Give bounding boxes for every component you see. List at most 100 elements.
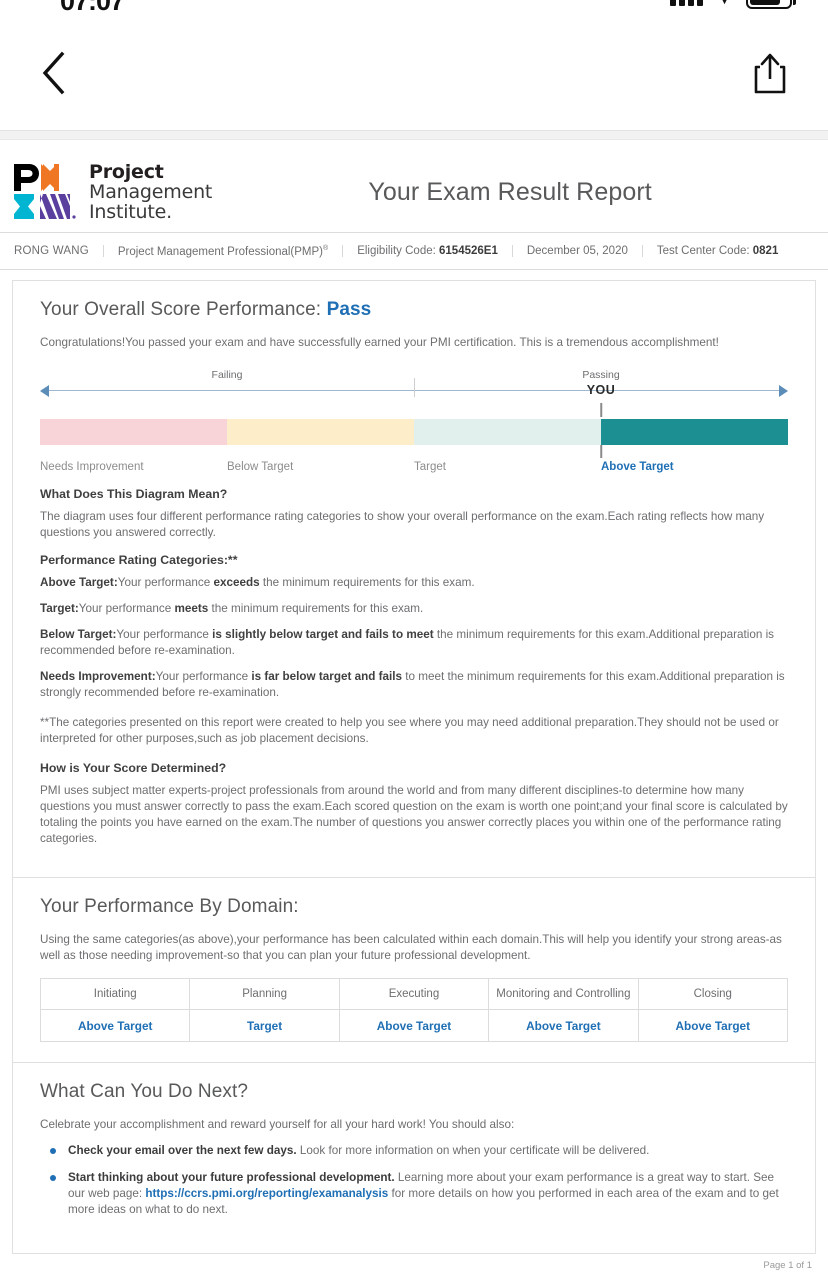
status-time: 07:07	[60, 0, 125, 16]
category-target-pre: Your performance	[78, 602, 175, 615]
scale-failing-label: Failing	[211, 369, 243, 381]
candidate-name: RONG WANG	[14, 245, 89, 257]
you-marker-tick-bottom	[600, 445, 602, 458]
overall-score-heading-prefix: Your Overall Score Performance:	[40, 299, 327, 320]
domain-heading: Your Performance By Domain:	[40, 896, 299, 917]
scale-axis	[40, 378, 788, 397]
next-steps-intro: Celebrate your accomplishment and reward…	[40, 1118, 515, 1131]
eligibility-label: Eligibility Code:	[357, 245, 440, 257]
candidate-info-bar: RONG WANG Project Management Professiona…	[0, 232, 828, 270]
battery-icon	[746, 0, 796, 9]
category-needs-improvement-em: is far below target and fails	[251, 670, 403, 683]
segment-needs-improvement	[40, 419, 227, 445]
back-button[interactable]	[30, 47, 78, 99]
next-item-1-bold: Check your email over the next few days.	[68, 1144, 297, 1157]
domain-value-monitoring-and-controlling: Above Target	[488, 1009, 639, 1042]
status-indicators: ▼	[670, 0, 796, 9]
signal-bars-icon	[670, 0, 704, 6]
wifi-icon: ▼	[717, 0, 732, 7]
domain-column-closing: Closing	[637, 978, 789, 1010]
domain-column-monitoring-and-controlling: Monitoring and Controlling	[488, 978, 639, 1010]
category-above-target: Above Target:Your performance exceeds th…	[40, 575, 788, 591]
test-center-code: Test Center Code: 0821	[641, 245, 792, 257]
overall-score-heading: Your Overall Score Performance: Pass	[40, 299, 788, 321]
list-item: Start thinking about your future profess…	[48, 1170, 788, 1218]
domain-table-header-row: Initiating Planning Executing Monitoring…	[39, 978, 789, 1010]
next-steps-list: Check your email over the next few days.…	[48, 1143, 788, 1218]
category-target: Target:Your performance meets the minimu…	[40, 601, 788, 617]
congratulations-text: Congratulations!You passed your exam and…	[40, 336, 719, 349]
scale-category-labels: Needs Improvement Below Target Target Ab…	[40, 461, 788, 473]
scale-passing-label: Passing	[582, 369, 620, 381]
category-needs-improvement: Needs Improvement:Your performance is fa…	[40, 669, 788, 701]
diagram-heading: What Does This Diagram Mean?	[40, 487, 228, 501]
list-item: Check your email over the next few days.…	[48, 1143, 788, 1159]
back-chevron-icon	[42, 51, 65, 95]
domain-value-closing: Above Target	[637, 1009, 789, 1042]
category-label-below-target: Below Target	[227, 461, 294, 473]
segment-target	[414, 419, 601, 445]
axis-arrow-right-icon	[779, 385, 788, 397]
chrome-divider	[0, 130, 828, 140]
domain-value-planning: Target	[189, 1009, 340, 1042]
domain-table: Initiating Planning Executing Monitoring…	[39, 978, 789, 1042]
next-item-1-rest: Look for more information on when your c…	[296, 1144, 650, 1157]
status-bar: 07:07 ▼	[0, 0, 828, 16]
category-above-target-post: the minimum requirements for this exam.	[259, 576, 475, 589]
diagram-text: The diagram uses four different performa…	[40, 510, 765, 539]
share-icon	[754, 53, 786, 94]
category-needs-improvement-term: Needs Improvement:	[40, 670, 156, 683]
next-steps-panel: What Can You Do Next? Celebrate your acc…	[12, 1063, 816, 1254]
performance-scale: Failing Passing YOU Needs Improvement Be…	[40, 369, 788, 473]
eligibility-value: 6154526E1	[439, 245, 498, 257]
category-above-target-em: exceeds	[213, 576, 260, 589]
test-center-label: Test Center Code:	[656, 245, 753, 257]
score-determined-heading: How is Your Score Determined?	[40, 761, 227, 775]
domain-column-executing: Executing	[338, 978, 490, 1010]
pmi-logo-icon	[14, 164, 76, 219]
exam-result-document: Project Management Institute. Your Exam …	[0, 140, 828, 1271]
domain-table-value-row: Above Target Target Above Target Above T…	[39, 1009, 789, 1042]
domain-column-planning: Planning	[189, 978, 340, 1010]
next-item-2-bold: Start thinking about your future profess…	[68, 1171, 395, 1184]
performance-bar: YOU	[40, 383, 788, 458]
domain-intro: Using the same categories(as above),your…	[40, 933, 782, 962]
axis-arrow-left-icon	[40, 385, 49, 397]
domain-performance-panel: Your Performance By Domain: Using the sa…	[12, 878, 816, 1063]
domain-value-initiating: Above Target	[39, 1009, 191, 1042]
category-below-target-pre: Your performance	[116, 628, 213, 641]
document-header: Project Management Institute. Your Exam …	[0, 140, 828, 232]
you-marker-label: YOU	[586, 383, 616, 397]
rating-categories-heading: Performance Rating Categories:**	[40, 553, 238, 567]
category-target-post: the minimum requirements for this exam.	[208, 602, 424, 615]
certification-name: Project Management Professional(PMP)®	[102, 244, 342, 258]
domain-value-executing: Above Target	[338, 1009, 490, 1042]
overall-result-value: Pass	[326, 299, 372, 320]
pmi-logo: Project Management Institute.	[12, 162, 212, 222]
certification-label: Project Management Professional(PMP)	[117, 245, 324, 258]
navigation-bar	[0, 16, 828, 130]
category-below-target-em: is slightly below target and fails to me…	[212, 628, 434, 641]
page-footer: Page 1 of 1	[763, 1260, 812, 1271]
page-title: Your Exam Result Report	[368, 177, 652, 206]
categories-footnote: **The categories presented on this repor…	[40, 716, 779, 745]
category-label-needs-improvement: Needs Improvement	[40, 461, 144, 473]
score-determined-text: PMI uses subject matter experts-project …	[40, 784, 788, 845]
segment-below-target	[227, 419, 414, 445]
overall-score-panel: Your Overall Score Performance: Pass Con…	[12, 280, 816, 878]
category-target-em: meets	[174, 602, 209, 615]
next-steps-heading: What Can You Do Next?	[40, 1081, 249, 1102]
category-needs-improvement-pre: Your performance	[155, 670, 252, 683]
registered-mark: ®	[323, 244, 329, 252]
test-center-value: 0821	[752, 245, 779, 257]
domain-column-initiating: Initiating	[39, 978, 191, 1010]
exam-date: December 05, 2020	[511, 245, 642, 257]
share-button[interactable]	[746, 45, 794, 101]
exam-analysis-link[interactable]: https://ccrs.pmi.org/reporting/examanaly…	[145, 1187, 388, 1200]
you-marker-tick-top	[600, 403, 602, 417]
performance-bar-segments	[40, 419, 788, 445]
eligibility-code: Eligibility Code: 6154526E1	[342, 245, 512, 257]
category-above-target-term: Above Target:	[40, 576, 118, 589]
category-label-above-target: Above Target	[601, 461, 674, 473]
category-target-term: Target:	[40, 602, 79, 615]
